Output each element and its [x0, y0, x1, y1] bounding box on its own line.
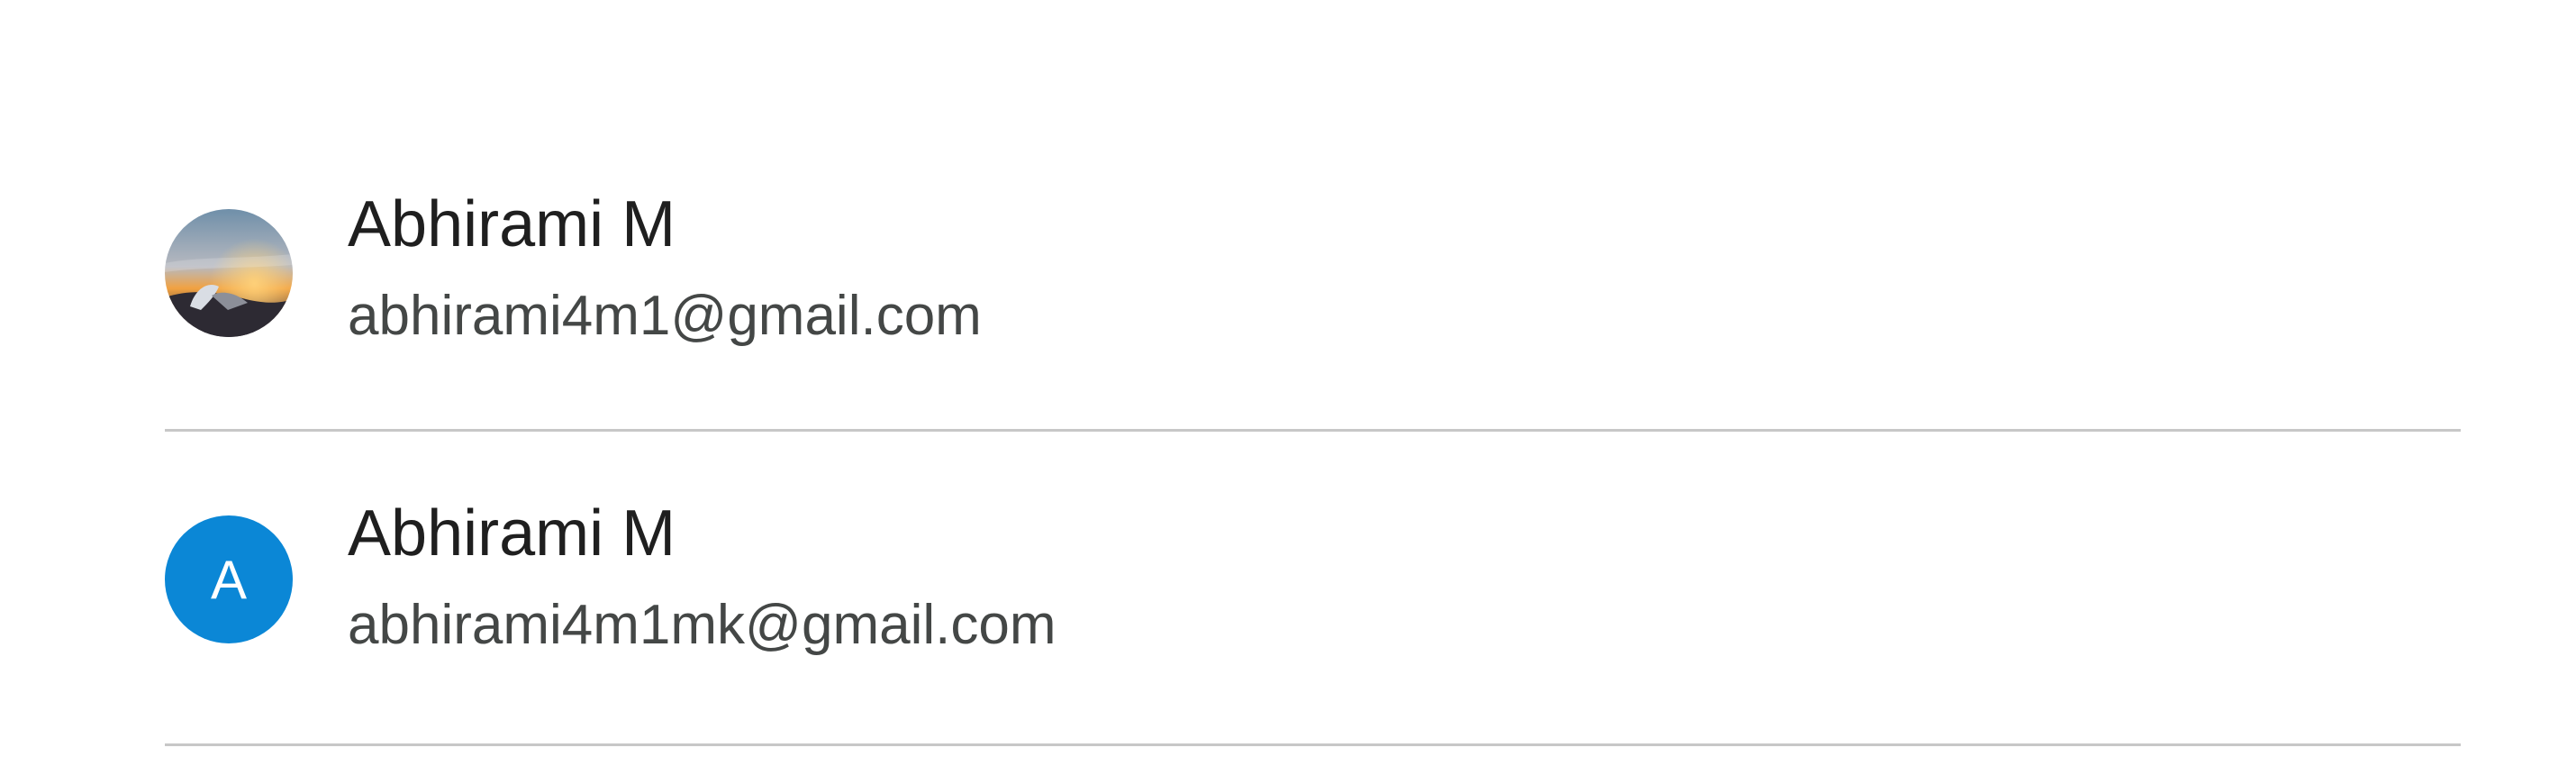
- avatar-letter-icon: A: [165, 515, 293, 643]
- account-item-abhirami4m1mk[interactable]: A Abhirami M abhirami4m1mk@gmail.com: [165, 432, 2461, 746]
- avatar-letter: A: [210, 549, 248, 610]
- account-text: Abhirami M abhirami4m1mk@gmail.com: [348, 495, 1056, 659]
- account-text: Abhirami M abhirami4m1@gmail.com: [348, 186, 982, 350]
- account-name: Abhirami M: [348, 497, 676, 570]
- account-email: abhirami4m1mk@gmail.com: [348, 594, 1057, 656]
- account-name: Abhirami M: [348, 188, 676, 260]
- account-list: Abhirami M abhirami4m1@gmail.com A Abhir…: [165, 169, 2461, 746]
- account-email: abhirami4m1@gmail.com: [348, 285, 982, 347]
- avatar-photo-icon: [165, 209, 293, 337]
- account-item-abhirami4m1[interactable]: Abhirami M abhirami4m1@gmail.com: [165, 169, 2461, 432]
